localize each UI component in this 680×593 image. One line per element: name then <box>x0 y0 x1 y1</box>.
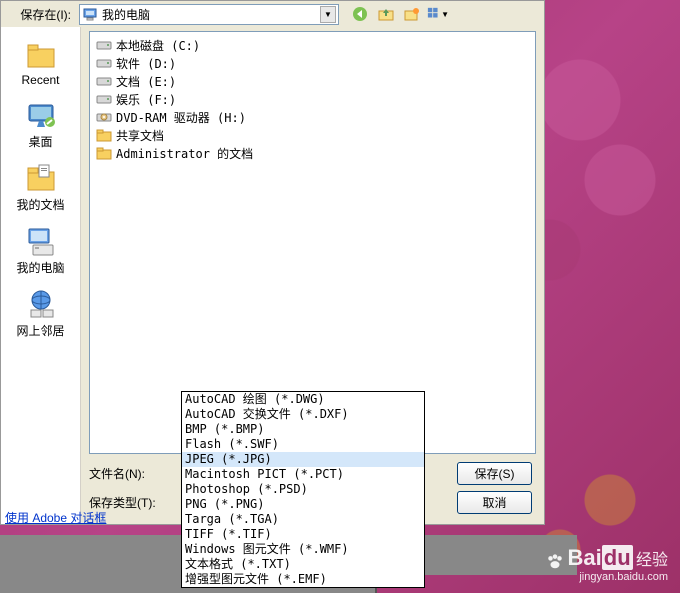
location-dropdown[interactable]: 我的电脑 ▼ <box>79 4 339 25</box>
filetype-option[interactable]: PNG (*.PNG) <box>182 497 424 512</box>
recent-folder-icon <box>25 39 57 71</box>
filetype-option[interactable]: Flash (*.SWF) <box>182 437 424 452</box>
filetype-option[interactable]: TIFF (*.TIF) <box>182 527 424 542</box>
documents-icon <box>25 162 57 194</box>
view-icon <box>427 6 441 22</box>
watermark-url: jingyan.baidu.com <box>546 571 668 583</box>
drive-icon <box>96 37 112 53</box>
adobe-dialog-link[interactable]: 使用 Adobe 对话框 <box>5 509 106 526</box>
folder-item[interactable]: 共享文档 <box>94 126 531 144</box>
filetype-dropdown-list[interactable]: AutoCAD 绘图 (*.DWG)AutoCAD 交换文件 (*.DXF)BM… <box>181 391 425 588</box>
toolbar-icons: ▼ <box>349 3 449 25</box>
chevron-down-icon[interactable]: ▼ <box>320 6 336 23</box>
dvd-item[interactable]: DVD-RAM 驱动器 (H:) <box>94 108 531 126</box>
drive-icon <box>96 73 112 89</box>
computer-icon <box>82 6 98 22</box>
network-icon <box>25 288 57 320</box>
dvd-icon <box>96 109 112 125</box>
filetype-option[interactable]: 文本格式 (*.TXT) <box>182 557 424 572</box>
save-button[interactable]: 保存(S) <box>457 462 532 485</box>
paw-icon <box>546 553 564 571</box>
new-folder-icon <box>404 6 420 22</box>
sidebar-item-recent[interactable]: Recent <box>6 35 76 91</box>
drive-item[interactable]: 软件 (D:) <box>94 54 531 72</box>
filetype-option[interactable]: Targa (*.TGA) <box>182 512 424 527</box>
drive-item[interactable]: 娱乐 (F:) <box>94 90 531 108</box>
back-button[interactable] <box>349 3 371 25</box>
filetype-option[interactable]: Photoshop (*.PSD) <box>182 482 424 497</box>
watermark-brand: Baidu <box>568 545 633 570</box>
sidebar-item-documents[interactable]: 我的文档 <box>6 158 76 217</box>
folder-up-icon <box>378 6 394 22</box>
folder-icon <box>96 127 112 143</box>
drive-item[interactable]: 本地磁盘 (C:) <box>94 36 531 54</box>
computer-icon <box>25 225 57 257</box>
filetype-option[interactable]: Macintosh PICT (*.PCT) <box>182 467 424 482</box>
filetype-option[interactable]: 增强型图元文件 (*.EMF) <box>182 572 424 587</box>
cancel-button[interactable]: 取消 <box>457 491 532 514</box>
drive-icon <box>96 55 112 71</box>
drive-item[interactable]: 文档 (E:) <box>94 72 531 90</box>
sidebar-item-network[interactable]: 网上邻居 <box>6 284 76 343</box>
back-icon <box>352 6 368 22</box>
filetype-option[interactable]: JPEG (*.JPG) <box>182 452 424 467</box>
view-menu-button[interactable]: ▼ <box>427 3 449 25</box>
folder-item[interactable]: Administrator 的文档 <box>94 144 531 162</box>
sidebar-item-computer[interactable]: 我的电脑 <box>6 221 76 280</box>
up-button[interactable] <box>375 3 397 25</box>
location-text: 我的电脑 <box>102 6 316 23</box>
filetype-option[interactable]: Windows 图元文件 (*.WMF) <box>182 542 424 557</box>
drive-icon <box>96 91 112 107</box>
desktop-icon <box>25 99 57 131</box>
filetype-option[interactable]: AutoCAD 交换文件 (*.DXF) <box>182 407 424 422</box>
filetype-option[interactable]: BMP (*.BMP) <box>182 422 424 437</box>
filetype-option[interactable]: AutoCAD 绘图 (*.DWG) <box>182 392 424 407</box>
dialog-toolbar: 保存在(I): 我的电脑 ▼ ▼ <box>1 1 544 27</box>
watermark: Baidu 经验 jingyan.baidu.com <box>546 545 668 583</box>
sidebar-item-desktop[interactable]: 桌面 <box>6 95 76 154</box>
save-in-label: 保存在(I): <box>5 6 75 23</box>
places-sidebar: Recent 桌面 我的文档 我的电脑 网上邻居 <box>1 27 81 524</box>
new-folder-button[interactable] <box>401 3 423 25</box>
filename-label: 文件名(N): <box>89 465 179 482</box>
folder-icon <box>96 145 112 161</box>
